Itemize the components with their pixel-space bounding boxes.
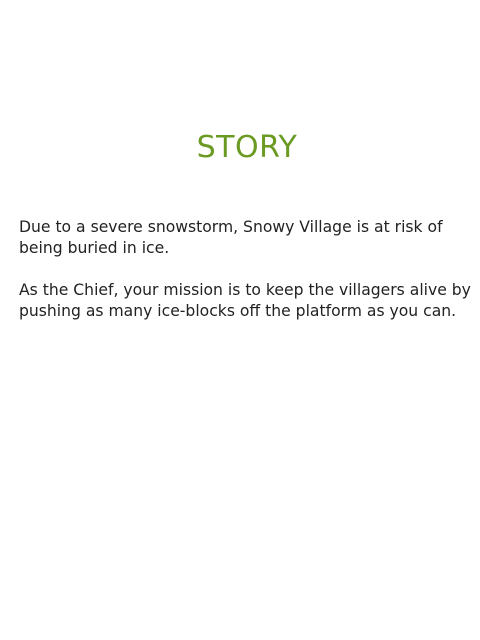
screen-title: STORY <box>196 130 298 165</box>
story-screen: STORY Due to a severe snowstorm, Snowy V… <box>0 0 480 640</box>
story-text: Due to a severe snowstorm, Snowy Village… <box>19 217 475 343</box>
story-paragraph-1: Due to a severe snowstorm, Snowy Village… <box>19 218 443 257</box>
story-paragraph-2: As the Chief, your mission is to keep th… <box>19 281 471 320</box>
